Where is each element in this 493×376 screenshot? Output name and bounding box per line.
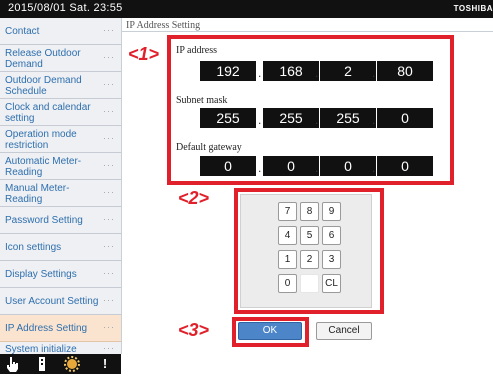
sidebar-item-clock-calendar[interactable]: Clock and calendar setting ··· <box>0 99 121 126</box>
key-4[interactable]: 4 <box>278 226 297 245</box>
numeric-keypad: 7 8 9 4 5 6 1 2 3 0 CL <box>240 194 372 308</box>
cancel-button[interactable]: Cancel <box>316 322 372 340</box>
more-dots-icon: ··· <box>103 295 115 305</box>
sidebar-item-contact[interactable]: Contact ··· <box>0 18 121 45</box>
key-1[interactable]: 1 <box>278 250 297 269</box>
sun-gear-icon[interactable] <box>64 356 80 372</box>
sidebar-item-outdoor-demand-schedule[interactable]: Outdoor Demand Schedule ··· <box>0 72 121 99</box>
more-dots-icon: ··· <box>103 160 115 170</box>
ip-octet-4[interactable]: 80 <box>377 61 433 81</box>
sidebar-item-label: Clock and calendar setting <box>5 102 91 124</box>
octet-separator: . <box>315 113 319 127</box>
key-6[interactable]: 6 <box>322 226 341 245</box>
gateway-octet-1[interactable]: 0 <box>200 156 256 176</box>
sidebar-item-label: Outdoor Demand Schedule <box>5 75 82 97</box>
sidebar-item-manual-meter[interactable]: Manual Meter-Reading ··· <box>0 180 121 207</box>
key-8[interactable]: 8 <box>300 202 319 221</box>
key-5[interactable]: 5 <box>300 226 319 245</box>
sidebar-item-label: User Account Setting <box>5 296 99 307</box>
ip-address-label: IP address <box>176 45 218 56</box>
more-dots-icon: ··· <box>103 106 115 116</box>
more-dots-icon: ··· <box>103 52 115 62</box>
building-icon[interactable] <box>34 356 50 372</box>
callout-3: <3> <box>178 320 210 340</box>
gateway-octet-4[interactable]: 0 <box>377 156 433 176</box>
key-2[interactable]: 2 <box>300 250 319 269</box>
octet-separator: . <box>372 66 376 80</box>
sidebar-item-label: Release Outdoor Demand <box>5 48 81 70</box>
sidebar-item-password[interactable]: Password Setting ··· <box>0 207 121 234</box>
sidebar-item-label: Icon settings <box>5 242 62 253</box>
page-title: IP Address Setting <box>126 20 201 31</box>
sidebar-item-auto-meter[interactable]: Automatic Meter-Reading ··· <box>0 153 121 180</box>
subnet-octet-2[interactable]: 255 <box>263 108 319 128</box>
more-dots-icon: ··· <box>103 343 115 353</box>
callout-1: <1> <box>128 44 160 64</box>
ip-octet-1[interactable]: 192 <box>200 61 256 81</box>
sidebar-item-label: Contact <box>5 26 40 37</box>
sidebar-item-ip-address[interactable]: IP Address Setting ··· <box>0 315 121 342</box>
hand-pointer-icon[interactable] <box>4 356 20 372</box>
key-clear[interactable]: CL <box>322 274 341 293</box>
subnet-octet-4[interactable]: 0 <box>377 108 433 128</box>
more-dots-icon: ··· <box>103 133 115 143</box>
sidebar-item-label: Operation mode restriction <box>5 129 77 151</box>
octet-separator: . <box>372 113 376 127</box>
sidebar-item-operation-mode[interactable]: Operation mode restriction ··· <box>0 126 121 153</box>
sidebar-item-user-account[interactable]: User Account Setting ··· <box>0 288 121 315</box>
sidebar-item-system-initialize[interactable]: System initialize ··· <box>0 342 121 355</box>
exclamation-icon[interactable]: ! <box>97 356 113 372</box>
sidebar-item-display-settings[interactable]: Display Settings ··· <box>0 261 121 288</box>
octet-separator: . <box>315 161 319 175</box>
octet-separator: . <box>372 161 376 175</box>
title-divider <box>121 31 493 32</box>
gateway-octet-3[interactable]: 0 <box>320 156 376 176</box>
sidebar-item-label: Automatic Meter-Reading <box>5 156 82 178</box>
ip-octet-3[interactable]: 2 <box>320 61 376 81</box>
sidebar-item-label: Display Settings <box>5 269 77 280</box>
subnet-octet-3[interactable]: 255 <box>320 108 376 128</box>
sidebar-item-label: Password Setting <box>5 215 83 226</box>
gateway-octet-2[interactable]: 0 <box>263 156 319 176</box>
key-9[interactable]: 9 <box>322 202 341 221</box>
key-3[interactable]: 3 <box>322 250 341 269</box>
sidebar-item-icon-settings[interactable]: Icon settings ··· <box>0 234 121 261</box>
octet-separator: . <box>258 66 262 80</box>
key-blank <box>300 274 319 293</box>
more-dots-icon: ··· <box>103 187 115 197</box>
more-dots-icon: ··· <box>103 79 115 89</box>
default-gateway-label: Default gateway <box>176 142 242 153</box>
subnet-mask-label: Subnet mask <box>176 95 228 106</box>
top-status-bar: 2015/08/01 Sat. 23:55 TOSHIBA <box>0 0 493 18</box>
more-dots-icon: ··· <box>103 322 115 332</box>
sidebar-item-label: Manual Meter-Reading <box>5 183 70 205</box>
sidebar-item-release-outdoor-demand[interactable]: Release Outdoor Demand ··· <box>0 45 121 72</box>
ip-octet-2[interactable]: 168 <box>263 61 319 81</box>
octet-separator: . <box>258 161 262 175</box>
callout-2: <2> <box>178 188 210 208</box>
subnet-octet-1[interactable]: 255 <box>200 108 256 128</box>
sidebar-item-label: IP Address Setting <box>5 323 88 334</box>
bottom-icon-bar: ! <box>0 354 121 374</box>
key-7[interactable]: 7 <box>278 202 297 221</box>
more-dots-icon: ··· <box>103 25 115 35</box>
sidebar-menu: Contact ··· Release Outdoor Demand ··· O… <box>0 18 122 355</box>
datetime-display: 2015/08/01 Sat. 23:55 <box>8 2 123 14</box>
more-dots-icon: ··· <box>103 214 115 224</box>
more-dots-icon: ··· <box>103 268 115 278</box>
brand-logo: TOSHIBA <box>453 4 493 13</box>
key-0[interactable]: 0 <box>278 274 297 293</box>
octet-separator: . <box>315 66 319 80</box>
more-dots-icon: ··· <box>103 241 115 251</box>
ok-button[interactable]: OK <box>238 322 302 340</box>
octet-separator: . <box>258 113 262 127</box>
